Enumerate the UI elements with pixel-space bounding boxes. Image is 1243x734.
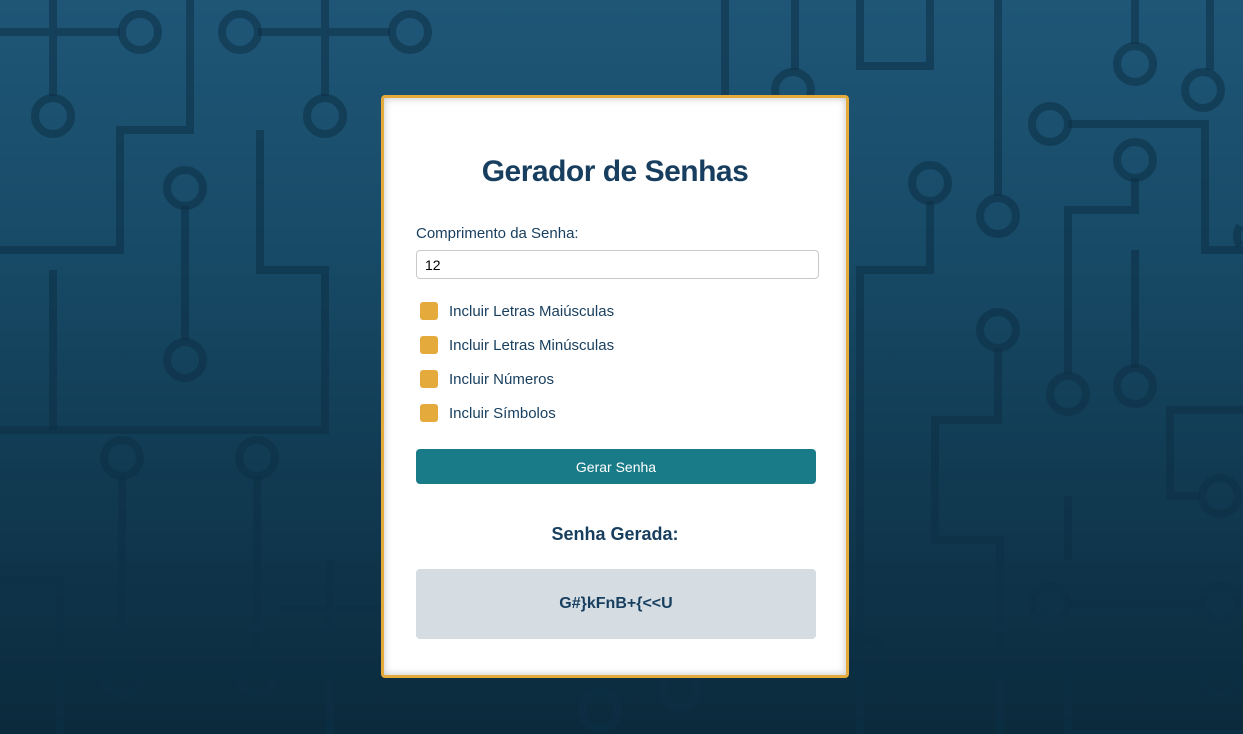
generate-button[interactable]: Gerar Senha <box>416 449 816 484</box>
option-label: Incluir Números <box>449 370 555 388</box>
option-lowercase[interactable]: Incluir Letras Minúsculas <box>420 335 614 355</box>
numbers-checkbox[interactable] <box>420 370 438 388</box>
page-title: Gerador de Senhas <box>481 155 749 188</box>
option-uppercase[interactable]: Incluir Letras Maiúsculas <box>420 301 614 321</box>
option-label: Incluir Letras Minúsculas <box>449 336 615 354</box>
result-heading: Senha Gerada: <box>551 524 679 544</box>
option-label: Incluir Símbolos <box>449 404 556 422</box>
uppercase-checkbox[interactable] <box>420 302 438 320</box>
option-numbers[interactable]: Incluir Números <box>420 369 554 389</box>
lowercase-checkbox[interactable] <box>420 336 438 354</box>
password-generator-card: Gerador de Senhas Comprimento da Senha: … <box>381 95 849 678</box>
option-symbols[interactable]: Incluir Símbolos <box>420 403 556 423</box>
length-input[interactable] <box>416 250 819 279</box>
generated-password: G#}kFnB+{<<U <box>559 595 673 612</box>
generated-password-box: G#}kFnB+{<<U <box>416 569 816 639</box>
option-label: Incluir Letras Maiúsculas <box>449 302 615 320</box>
symbols-checkbox[interactable] <box>420 404 438 422</box>
length-label: Comprimento da Senha: <box>416 225 579 242</box>
